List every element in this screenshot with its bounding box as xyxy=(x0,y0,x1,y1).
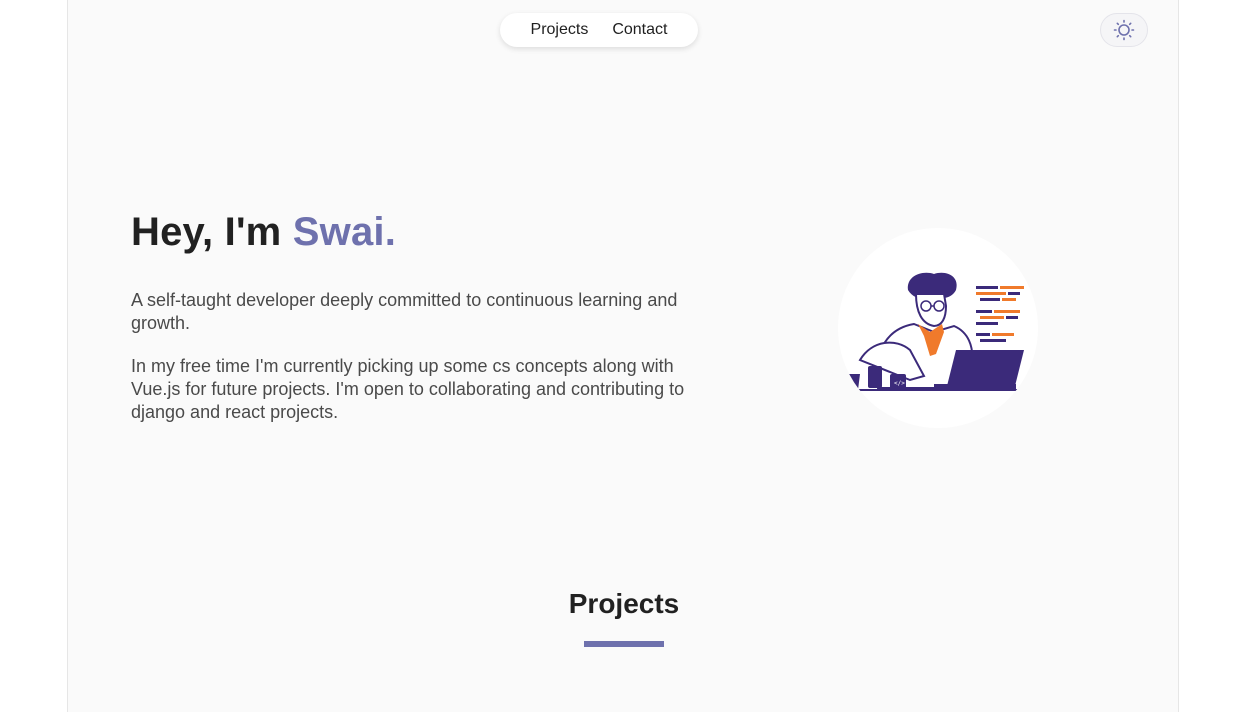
page-container: Projects Contact Hey, I'm Swai. A self-t… xyxy=(67,0,1179,712)
hero-interests-paragraph: In my free time I'm currently picking up… xyxy=(131,356,685,422)
section-title-underline xyxy=(584,641,664,647)
hero-greeting: Hey, I'm xyxy=(131,210,293,254)
svg-text:</>: </> xyxy=(894,380,905,387)
nav-link-projects[interactable]: Projects xyxy=(531,21,589,39)
sun-icon xyxy=(1113,19,1135,41)
hero-name: Swai. xyxy=(292,210,397,254)
hero-intro-paragraph: A self-taught developer deeply committed… xyxy=(131,290,678,333)
code-lines-graphic xyxy=(976,286,1024,342)
projects-section-title: Projects xyxy=(568,588,680,619)
nav-link-contact[interactable]: Contact xyxy=(612,21,667,39)
theme-toggle-button[interactable] xyxy=(1100,13,1148,47)
developer-illustration: </> xyxy=(838,228,1038,428)
top-navigation: Projects Contact xyxy=(500,13,698,47)
hero-heading: Hey, I'm Swai. xyxy=(131,210,396,255)
